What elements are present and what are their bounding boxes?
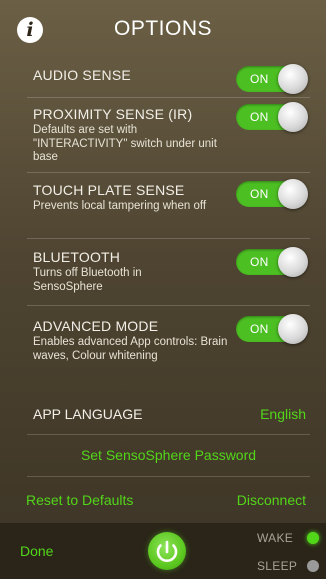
setting-description: Prevents local tampering when off bbox=[33, 200, 207, 212]
toggle-state: ON bbox=[250, 322, 269, 336]
setting-title: AUDIO SENSE bbox=[33, 67, 131, 83]
bluetooth-toggle[interactable]: ON bbox=[236, 247, 308, 277]
power-button[interactable] bbox=[148, 532, 186, 570]
toggle-state: ON bbox=[250, 187, 269, 201]
setting-description: Turns off Bluetooth in SensoSphere bbox=[33, 267, 142, 293]
reset-to-defaults-button[interactable]: Reset to Defaults bbox=[26, 492, 133, 508]
toggle-state: ON bbox=[250, 110, 269, 124]
setting-description: Defaults are set with "INTERACTIVITY" sw… bbox=[33, 124, 217, 163]
app-language-label: APP LANGUAGE bbox=[33, 406, 143, 422]
touch-plate-sense-toggle[interactable]: ON bbox=[236, 179, 308, 209]
toggle-knob bbox=[278, 314, 308, 344]
setting-title: TOUCH PLATE SENSE bbox=[33, 182, 185, 198]
divider bbox=[27, 476, 310, 477]
toggle-state: ON bbox=[250, 72, 269, 86]
header: i OPTIONS bbox=[0, 0, 326, 60]
sleep-label: SLEEP bbox=[257, 559, 298, 573]
power-icon bbox=[156, 540, 178, 562]
wake-indicator-dot bbox=[307, 532, 319, 544]
setting-row-proximity-sense: PROXIMITY SENSE (IR) Defaults are set wi… bbox=[27, 98, 310, 170]
wake-label: WAKE bbox=[257, 531, 294, 545]
bottom-bar: Done WAKE SLEEP bbox=[0, 523, 326, 579]
setting-row-touch-plate-sense: TOUCH PLATE SENSE Prevents local tamperi… bbox=[27, 173, 310, 229]
setting-row-app-language[interactable]: APP LANGUAGE English bbox=[27, 398, 310, 430]
sleep-indicator-dot bbox=[307, 560, 319, 572]
setting-title: BLUETOOTH bbox=[33, 249, 121, 265]
audio-sense-toggle[interactable]: ON bbox=[236, 64, 308, 94]
page-title: OPTIONS bbox=[113, 17, 212, 40]
divider bbox=[27, 434, 310, 435]
toggle-knob bbox=[278, 247, 308, 277]
app-language-value[interactable]: English bbox=[260, 406, 306, 422]
setting-title: ADVANCED MODE bbox=[33, 318, 159, 334]
done-button[interactable]: Done bbox=[20, 543, 53, 559]
advanced-mode-toggle[interactable]: ON bbox=[236, 314, 308, 344]
set-password-row: Set SensoSphere Password bbox=[27, 436, 310, 472]
set-password-link[interactable]: Set SensoSphere Password bbox=[27, 447, 310, 463]
setting-row-bluetooth: BLUETOOTH Turns off Bluetooth in SensoSp… bbox=[27, 239, 310, 301]
toggle-state: ON bbox=[250, 255, 269, 269]
setting-row-audio-sense: AUDIO SENSE ON bbox=[27, 60, 310, 94]
toggle-knob bbox=[278, 179, 308, 209]
setting-row-advanced-mode: ADVANCED MODE Enables advanced App contr… bbox=[27, 306, 310, 370]
toggle-knob bbox=[278, 102, 308, 132]
proximity-sense-toggle[interactable]: ON bbox=[236, 102, 308, 132]
toggle-knob bbox=[278, 64, 308, 94]
disconnect-button[interactable]: Disconnect bbox=[237, 492, 306, 508]
setting-title: PROXIMITY SENSE (IR) bbox=[33, 106, 193, 122]
setting-description: Enables advanced App controls: Brain wav… bbox=[33, 336, 228, 362]
